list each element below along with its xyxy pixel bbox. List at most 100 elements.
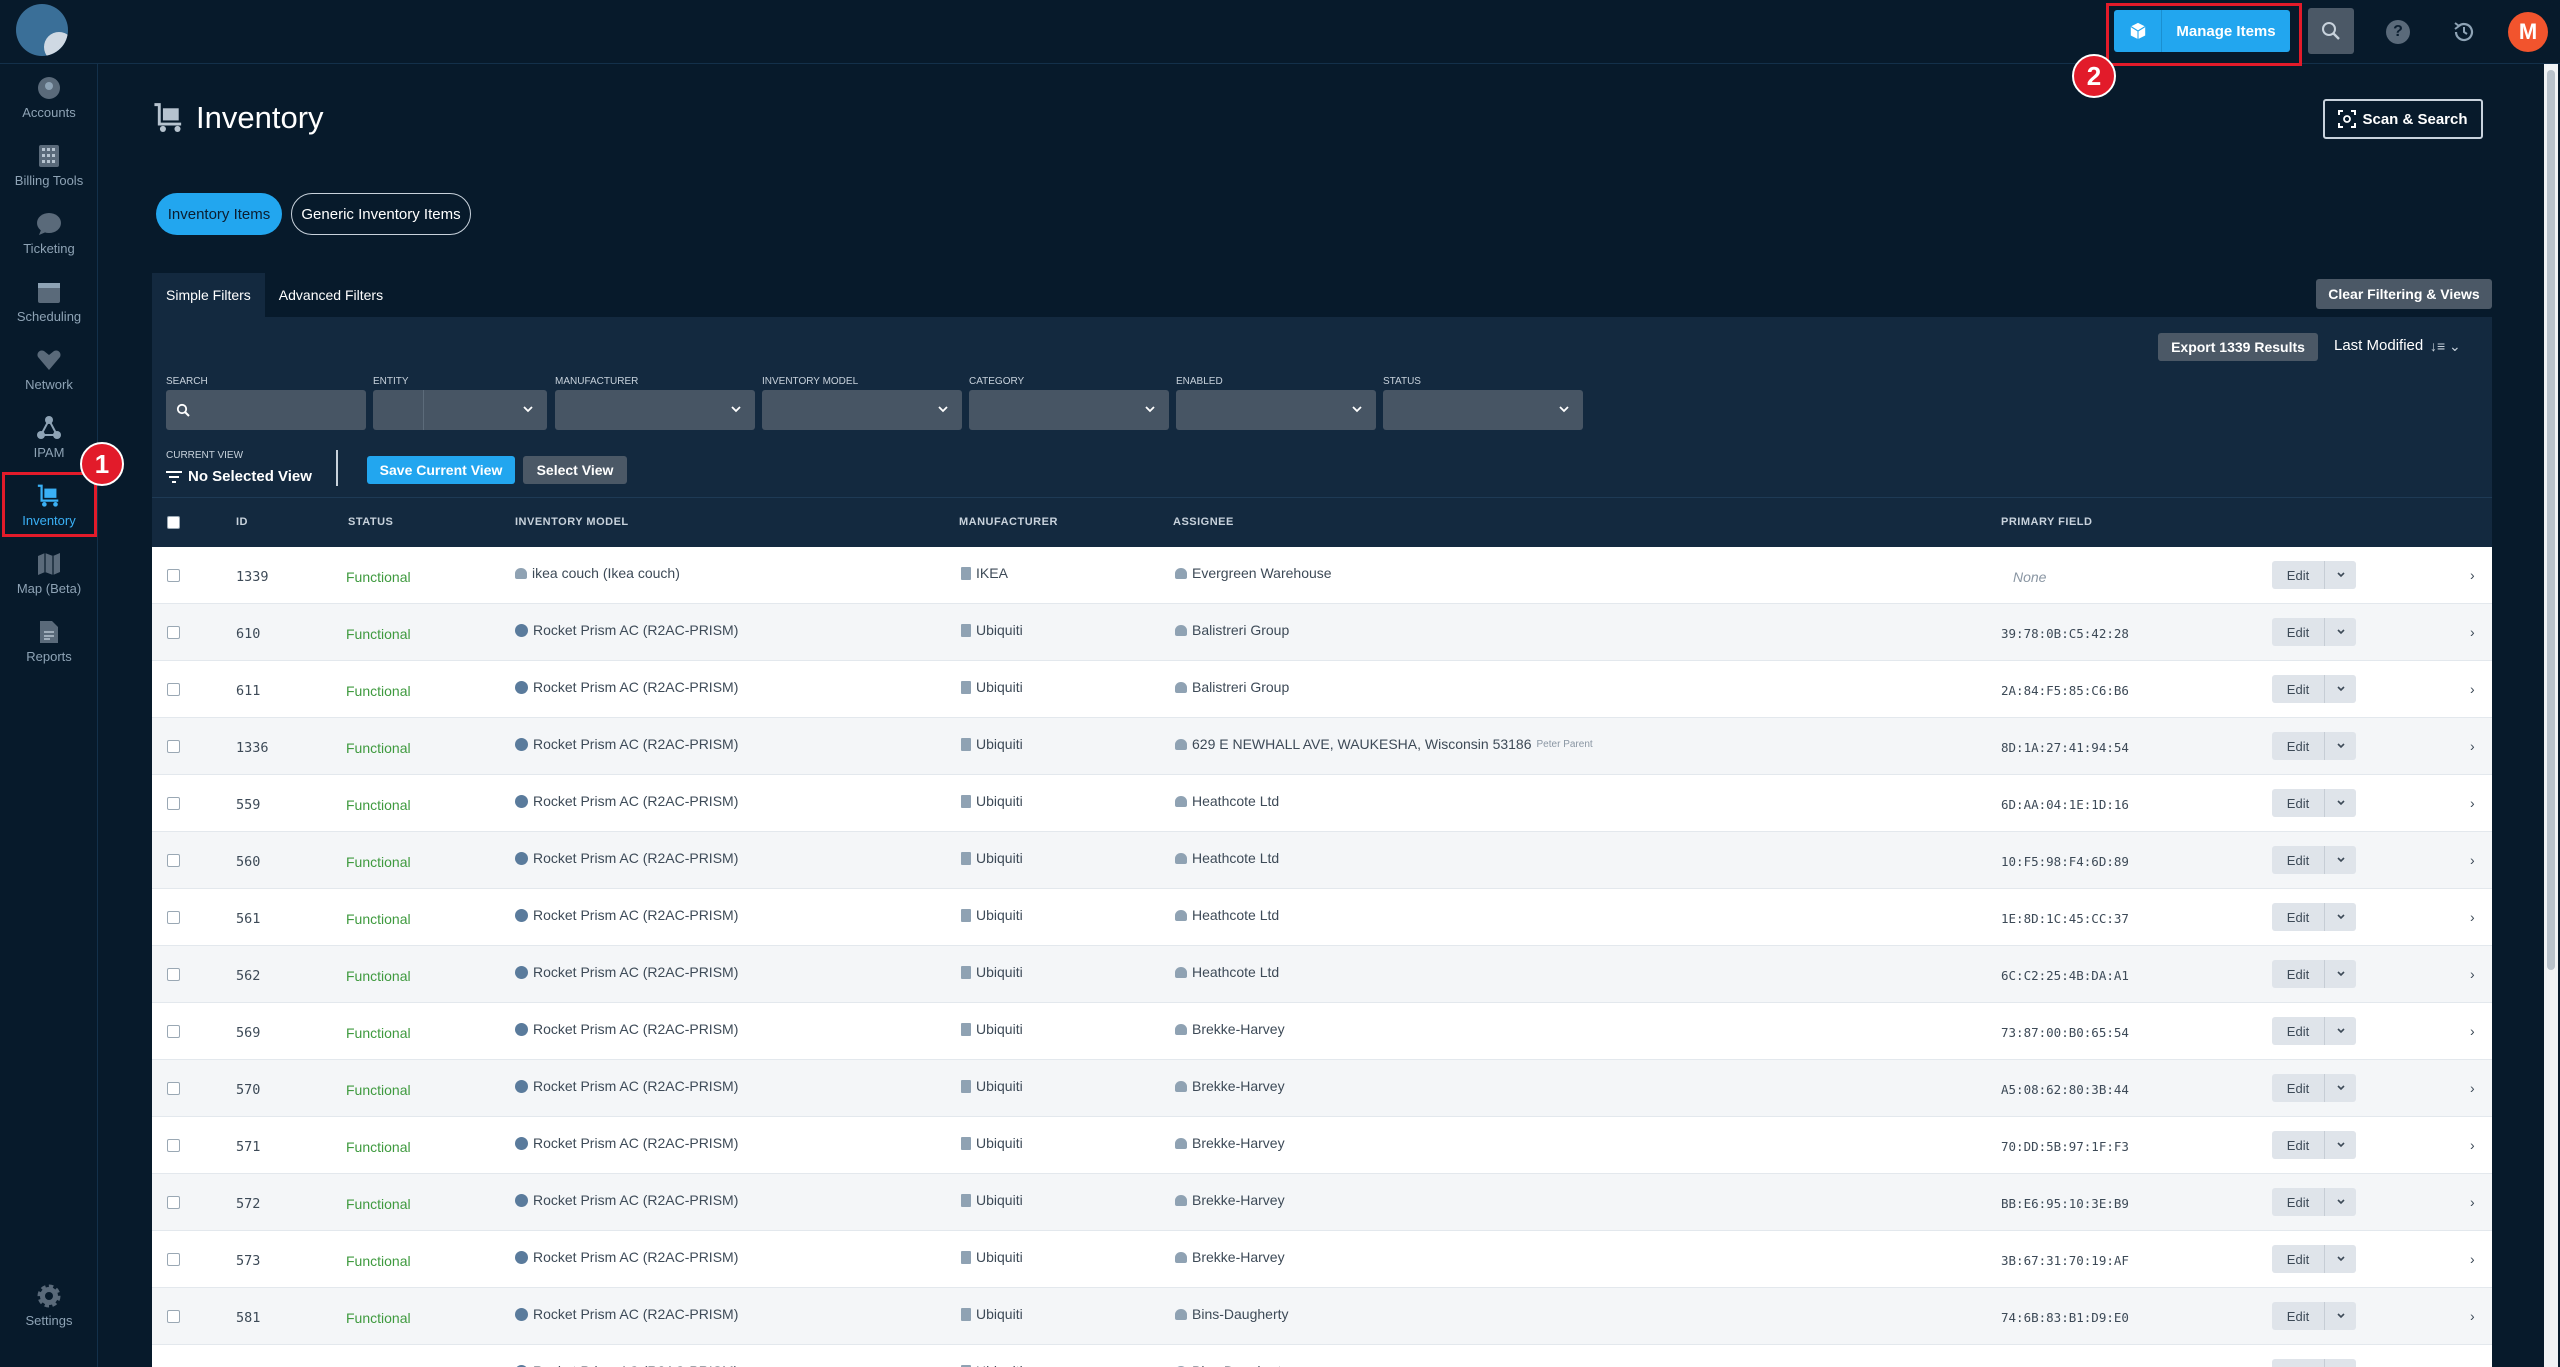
edit-button[interactable]: Edit — [2272, 1017, 2324, 1045]
select-all-checkbox[interactable] — [167, 516, 180, 529]
edit-dropdown-button[interactable] — [2324, 903, 2356, 931]
row-checkbox[interactable] — [167, 683, 180, 696]
row-assignee[interactable]: Brekke-Harvey — [1175, 1021, 1285, 1037]
edit-dropdown-button[interactable] — [2324, 1188, 2356, 1216]
row-model[interactable]: Rocket Prism AC (R2AC-PRISM) — [515, 622, 738, 638]
row-model[interactable]: ikea couch (Ikea couch) — [515, 565, 680, 581]
sidebar-item-accounts[interactable]: Accounts — [0, 66, 98, 128]
row-checkbox[interactable] — [167, 1082, 180, 1095]
row-model[interactable]: Rocket Prism AC (R2AC-PRISM) — [515, 907, 738, 923]
edit-button[interactable]: Edit — [2272, 1074, 2324, 1102]
table-row[interactable]: 572 Functional Rocket Prism AC (R2AC-PRISM… — [152, 1174, 2492, 1231]
edit-button[interactable]: Edit — [2272, 903, 2324, 931]
edit-button[interactable]: Edit — [2272, 732, 2324, 760]
table-row[interactable]: 581 Functional Rocket Prism AC (R2AC-PRISM… — [152, 1288, 2492, 1345]
edit-dropdown-button[interactable] — [2324, 1302, 2356, 1330]
history-icon[interactable] — [2450, 18, 2478, 46]
row-checkbox[interactable] — [167, 797, 180, 810]
sidebar-item-ticketing[interactable]: Ticketing — [0, 202, 98, 264]
row-model[interactable]: Rocket Prism AC (R2AC-PRISM) — [515, 964, 738, 980]
chevron-right-icon[interactable]: › — [2470, 795, 2475, 811]
row-assignee[interactable]: Brekke-Harvey — [1175, 1135, 1285, 1151]
table-row[interactable]: 573 Functional Rocket Prism AC (R2AC-PRISM… — [152, 1231, 2492, 1288]
row-model[interactable]: Rocket Prism AC (R2AC-PRISM) — [515, 1192, 738, 1208]
chevron-right-icon[interactable]: › — [2470, 909, 2475, 925]
row-checkbox[interactable] — [167, 854, 180, 867]
table-row[interactable]: 1336 Functional Rocket Prism AC (R2AC-PRIS… — [152, 718, 2492, 775]
tab-inventory-items[interactable]: Inventory Items — [156, 193, 282, 235]
sidebar-item-billing-tools[interactable]: Billing Tools — [0, 134, 98, 196]
chevron-right-icon[interactable]: › — [2470, 567, 2475, 583]
sort-order-icon[interactable]: ↓≡ ⌄ — [2430, 338, 2461, 355]
scan-search-button[interactable]: Scan & Search — [2323, 99, 2483, 139]
chevron-right-icon[interactable]: › — [2470, 852, 2475, 868]
save-current-view-button[interactable]: Save Current View — [367, 456, 515, 484]
row-model[interactable]: Rocket Prism AC (R2AC-PRISM) — [515, 1021, 738, 1037]
sidebar-item-reports[interactable]: Reports — [0, 610, 98, 672]
table-row[interactable]: Rocket Prism AC (R2AC-PRISM) Ubiquiti Bins… — [152, 1345, 2492, 1367]
row-model[interactable]: Rocket Prism AC (R2AC-PRISM) — [515, 679, 738, 695]
row-assignee[interactable]: 629 E NEWHALL AVE, WAUKESHA, Wisconsin 5… — [1175, 736, 1593, 752]
row-checkbox[interactable] — [167, 911, 180, 924]
current-view[interactable]: No Selected View — [166, 468, 312, 485]
edit-button[interactable]: Edit — [2272, 1188, 2324, 1216]
table-row[interactable]: 1339 Functional ikea couch (Ikea couch) IKE… — [152, 547, 2492, 604]
row-assignee[interactable]: Heathcote Ltd — [1175, 793, 1279, 809]
row-assignee[interactable]: Heathcote Ltd — [1175, 964, 1279, 980]
table-row[interactable]: 611 Functional Rocket Prism AC (R2AC-PRISM… — [152, 661, 2492, 718]
global-search-button[interactable] — [2308, 8, 2354, 54]
row-assignee[interactable]: Evergreen Warehouse — [1175, 565, 1332, 581]
edit-button[interactable]: Edit — [2272, 1131, 2324, 1159]
inventory-model-select[interactable] — [762, 390, 962, 430]
row-model[interactable]: Rocket Prism AC (R2AC-PRISM) — [515, 1078, 738, 1094]
sidebar-item-scheduling[interactable]: Scheduling — [0, 270, 98, 332]
row-model[interactable]: Rocket Prism AC (R2AC-PRISM) — [515, 850, 738, 866]
status-select[interactable] — [1383, 390, 1583, 430]
chevron-right-icon[interactable]: › — [2470, 1251, 2475, 1267]
row-checkbox[interactable] — [167, 1310, 180, 1323]
tab-simple-filters[interactable]: Simple Filters — [152, 273, 265, 317]
column-header-status[interactable]: STATUS — [348, 516, 393, 528]
clear-filtering-button[interactable]: Clear Filtering & Views — [2316, 279, 2492, 309]
chevron-right-icon[interactable]: › — [2470, 1023, 2475, 1039]
table-row[interactable]: 569 Functional Rocket Prism AC (R2AC-PRISM… — [152, 1003, 2492, 1060]
chevron-right-icon[interactable]: › — [2470, 966, 2475, 982]
category-select[interactable] — [969, 390, 1169, 430]
row-assignee[interactable]: Brekke-Harvey — [1175, 1078, 1285, 1094]
row-model[interactable]: Rocket Prism AC (R2AC-PRISM) — [515, 1363, 738, 1367]
column-header-primary-field[interactable]: PRIMARY FIELD — [2001, 516, 2092, 528]
row-assignee[interactable]: Balistreri Group — [1175, 622, 1289, 638]
row-model[interactable]: Rocket Prism AC (R2AC-PRISM) — [515, 1135, 738, 1151]
edit-dropdown-button[interactable] — [2324, 561, 2356, 589]
edit-dropdown-button[interactable] — [2324, 1245, 2356, 1273]
chevron-right-icon[interactable]: › — [2470, 624, 2475, 640]
row-checkbox[interactable] — [167, 968, 180, 981]
chevron-right-icon[interactable]: › — [2470, 681, 2475, 697]
chevron-right-icon[interactable]: › — [2470, 738, 2475, 754]
chevron-right-icon[interactable]: › — [2470, 1194, 2475, 1210]
row-assignee[interactable]: Brekke-Harvey — [1175, 1249, 1285, 1265]
edit-button[interactable]: Edit — [2272, 618, 2324, 646]
edit-button[interactable]: Edit — [2272, 1245, 2324, 1273]
edit-button[interactable]: Edit — [2272, 846, 2324, 874]
chevron-right-icon[interactable]: › — [2470, 1308, 2475, 1324]
row-checkbox[interactable] — [167, 626, 180, 639]
column-header-manufacturer[interactable]: MANUFACTURER — [959, 516, 1058, 528]
row-assignee[interactable]: Heathcote Ltd — [1175, 907, 1279, 923]
edit-button[interactable]: Edit — [2272, 561, 2324, 589]
sort-selector[interactable]: Last Modified — [2334, 337, 2423, 354]
row-checkbox[interactable] — [167, 1196, 180, 1209]
enabled-select[interactable] — [1176, 390, 1376, 430]
entity-select[interactable] — [373, 390, 547, 430]
edit-button[interactable]: Edit — [2272, 1359, 2324, 1367]
export-results-button[interactable]: Export 1339 Results — [2158, 333, 2318, 361]
search-input[interactable] — [166, 390, 366, 430]
tab-advanced-filters[interactable]: Advanced Filters — [265, 273, 397, 317]
edit-dropdown-button[interactable] — [2324, 1359, 2356, 1367]
edit-dropdown-button[interactable] — [2324, 1131, 2356, 1159]
table-row[interactable]: 610 Functional Rocket Prism AC (R2AC-PRISM… — [152, 604, 2492, 661]
help-icon[interactable]: ? — [2386, 20, 2410, 44]
select-view-button[interactable]: Select View — [523, 456, 627, 484]
edit-dropdown-button[interactable] — [2324, 1017, 2356, 1045]
edit-dropdown-button[interactable] — [2324, 675, 2356, 703]
